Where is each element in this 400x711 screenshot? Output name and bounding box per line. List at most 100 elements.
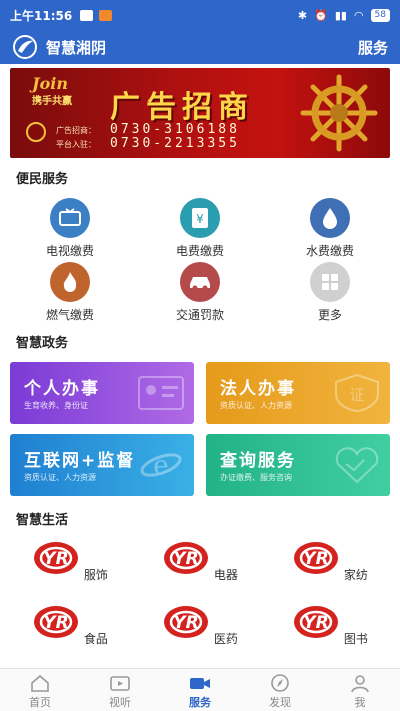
svg-text:YR: YR (173, 549, 198, 569)
user-icon (351, 675, 369, 693)
gallery-icon (80, 9, 94, 21)
service-more[interactable]: 更多 (280, 262, 380, 323)
signal-icon: ▮▮ (334, 8, 347, 22)
life-item-label: 图书 (343, 632, 368, 646)
card-subtitle: 资质认证、人力资源 (220, 401, 292, 410)
yr-logo-icon: YR (294, 606, 339, 638)
page-title: 服务 (357, 38, 388, 57)
bottom-nav: 首页 视听 服务 发现 我 (0, 668, 400, 711)
banner-phone-2: 0730-2213355 (110, 136, 240, 151)
banner-headline: 广告招商 (110, 90, 254, 125)
tv-icon (50, 198, 90, 238)
yr-logo-icon: YR (294, 542, 339, 574)
certificate-icon: 证 (335, 374, 379, 412)
home-icon (31, 674, 49, 692)
card-title: 查询服务 (220, 451, 296, 471)
life-item-label: 家纺 (343, 568, 368, 582)
life-item-label: 服饰 (83, 568, 108, 582)
service-gas-bill[interactable]: 燃气缴费 (20, 262, 120, 323)
svg-text:YR: YR (43, 613, 68, 633)
banner-label-2: 平台入驻： (56, 140, 96, 149)
card-internet-supervision[interactable]: 互联网+监督 资质认证、人力资源 e (10, 434, 194, 496)
yr-logo-icon: YR (34, 606, 79, 638)
bluetooth-icon: ✱ (297, 8, 308, 22)
life-item-label: 电器 (213, 568, 238, 582)
browser-e-icon: e (140, 451, 182, 481)
service-label: 更多 (317, 308, 342, 322)
status-bar: 上午11:56 ✱ ⏰ ▮▮ ◠ 58 (0, 0, 400, 30)
handshake-icon (335, 447, 379, 484)
battery-indicator: 58 (370, 8, 390, 22)
service-label: 交通罚款 (175, 308, 224, 322)
nav-label: 视听 (109, 696, 131, 709)
nav-label: 发现 (269, 696, 291, 709)
banner-label-1: 广告招商： (56, 126, 96, 135)
nav-label: 我 (354, 696, 366, 709)
section-title-life: 智慧生活 (16, 513, 69, 528)
app-header: 智慧湘阴 服务 (0, 30, 400, 64)
svg-text:YR: YR (303, 613, 328, 633)
card-personal-affairs[interactable]: 个人办事 生育收养、身份证 (10, 362, 194, 424)
life-item-food[interactable]: YR 食品 (20, 604, 120, 647)
status-time: 上午11:56 (10, 8, 73, 23)
tv-play-icon (110, 676, 130, 691)
banner-phone-1: 0730-3106188 (110, 122, 240, 137)
life-item-label: 医药 (213, 632, 238, 646)
nav-label: 服务 (189, 696, 211, 709)
water-drop-icon (310, 198, 350, 238)
svg-text:证: 证 (349, 386, 364, 404)
service-label: 燃气缴费 (45, 308, 94, 322)
service-label: 电费缴费 (175, 244, 224, 258)
service-tv-bill[interactable]: 电视缴费 (20, 198, 120, 259)
compass-icon (271, 674, 289, 692)
card-query-service[interactable]: 查询服务 办证缴费、服务咨询 (206, 434, 390, 496)
nav-label: 首页 (29, 696, 51, 709)
yr-logo-icon: YR (34, 542, 79, 574)
nav-me[interactable]: 我 (320, 669, 400, 711)
card-title: 互联网+监督 (24, 451, 136, 471)
ship-wheel-icon (300, 74, 378, 152)
life-item-home-textiles[interactable]: YR 家纺 (280, 540, 380, 583)
nav-services[interactable]: 服务 (160, 669, 240, 711)
svg-text:YR: YR (173, 613, 198, 633)
life-item-clothing[interactable]: YR 服饰 (20, 540, 120, 583)
more-grid-icon (310, 262, 350, 302)
service-traffic-fine[interactable]: 交通罚款 (150, 262, 250, 323)
flame-icon (50, 262, 90, 302)
nav-discover[interactable]: 发现 (240, 669, 320, 711)
svg-text:YR: YR (303, 549, 328, 569)
card-subtitle: 资质认证、人力资源 (24, 473, 96, 482)
yr-logo-icon: YR (164, 606, 209, 638)
life-item-appliances[interactable]: YR 电器 (150, 540, 250, 583)
service-electric-bill[interactable]: ¥ 电费缴费 (150, 198, 250, 259)
nav-home[interactable]: 首页 (0, 669, 80, 711)
life-item-books[interactable]: YR 图书 (280, 604, 380, 647)
banner-join-text: Join (32, 74, 68, 93)
life-item-label: 食品 (83, 632, 108, 646)
wifi-icon: ◠ (353, 8, 364, 22)
card-title: 法人办事 (220, 379, 296, 399)
section-title-government: 智慧政务 (16, 336, 69, 351)
electric-bill-icon: ¥ (180, 198, 220, 238)
svg-text:¥: ¥ (196, 212, 204, 226)
card-corporate-affairs[interactable]: 法人办事 资质认证、人力资源 证 (206, 362, 390, 424)
video-camera-icon (190, 678, 210, 689)
banner-sub-text: 携手共赢 (32, 96, 72, 107)
card-subtitle: 办证缴费、服务咨询 (220, 473, 292, 482)
nav-media[interactable]: 视听 (80, 669, 160, 711)
alarm-icon: ⏰ (314, 8, 328, 22)
service-label: 水费缴费 (305, 244, 354, 258)
service-label: 电视缴费 (45, 244, 94, 258)
service-water-bill[interactable]: 水费缴费 (280, 198, 380, 259)
yr-logo-icon: YR (164, 542, 209, 574)
notification-app-icon (99, 9, 113, 21)
id-card-icon (138, 376, 184, 410)
ad-banner[interactable]: Join 携手共赢 广告招商 广告招商： 0730-3106188 平台入驻： … (10, 68, 390, 158)
app-logo-icon (13, 35, 37, 59)
card-title: 个人办事 (24, 379, 100, 399)
section-title-convenience: 便民服务 (16, 172, 69, 187)
svg-text:e: e (153, 451, 168, 481)
life-item-medicine[interactable]: YR 医药 (150, 604, 250, 647)
car-icon (180, 262, 220, 302)
card-subtitle: 生育收养、身份证 (24, 401, 88, 410)
